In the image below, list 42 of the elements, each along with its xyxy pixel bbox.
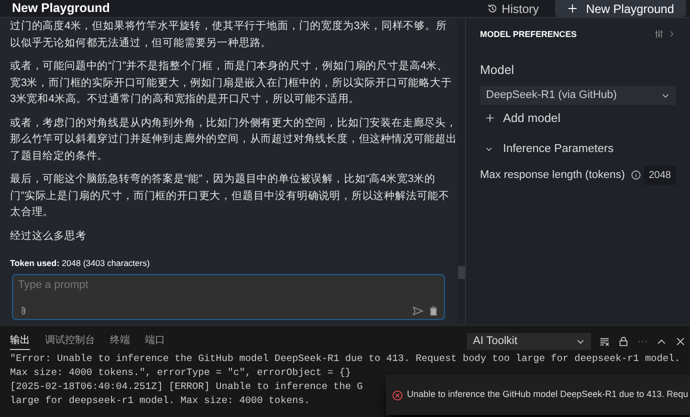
response-paragraph: 过门的高度4米，但如果将竹竿水平旋转，使其平行于地面，门的宽度为3米，同样不够。所以似乎无论如何都无法通过，但可能需要另一种思路。 <box>10 19 448 50</box>
model-dropdown[interactable]: DeepSeek-R1 (via GitHub) <box>480 86 676 104</box>
page-title: New Playground <box>11 2 111 15</box>
chevron-down-icon <box>485 145 493 154</box>
response-paragraph: 经过这么多思考 <box>10 228 88 244</box>
prompt-field[interactable]: Type a prompt <box>12 274 445 320</box>
info-icon <box>630 170 641 180</box>
panel-tab[interactable]: 端口 <box>145 332 165 350</box>
parameter-label: Max response length (tokens) <box>480 168 625 183</box>
parameter-value-field[interactable]: 2048 <box>644 166 676 185</box>
panel-tab[interactable]: 输出 <box>10 332 30 350</box>
token-usage: Token used: 2048 (3403 characters) <box>9 257 150 270</box>
response-paragraph: 最后，可能这个脑筋急转弯的答案是“能”，因为题目中的单位被误解，比如“高4米宽3米的门”实际上是门扇的尺寸，而门框的开口更大，但题目中没有明确说明，所以这种解法可能不太合理。 <box>10 172 450 220</box>
log-line: Max size: 4000 tokens.", errorType = "c", errorObject = {} <box>10 366 351 380</box>
chevron-right-icon <box>668 29 676 40</box>
panel-heading: MODEL PREFERENCES <box>480 28 578 41</box>
inference-parameters-toggle[interactable]: Inference Parameters <box>485 140 614 158</box>
plus-icon <box>566 3 578 14</box>
panel-tab[interactable]: 调试控制台 <box>45 332 95 350</box>
panel-tab[interactable]: 终端 <box>110 332 130 350</box>
history-icon <box>486 3 498 14</box>
response-paragraph: 或者，考虑门的对角线是从内角到外角，比如门外侧有更大的空间，比如门安装在走廊尽头，那么竹竿可以斜着穿过门并延伸到走廊外的空间，从而超过对角线长度，但这种情况可能超出了题目给定的条件。 <box>10 116 457 164</box>
lock-icon <box>618 336 629 346</box>
output-source-dropdown[interactable]: AI Toolkit <box>467 332 591 350</box>
log-line: "Error: Unable to inference the GitHub model DeepSeek-R1 due to 413. Request body too large for deepseek-r1 model. <box>10 352 680 366</box>
new-playground-button[interactable]: New Playground <box>554 0 686 17</box>
add-model-button[interactable]: Add model <box>485 108 560 126</box>
response-paragraph: 或者，可能问题中的“门”并不是指整个门框，而是门本身的尺寸，例如门扇的尺寸是高4米、宽3米，而门框的实际开口可能更大，例如门扇是嵌入在门框中的，所以实际开口可能略大于3米宽和4米高。不过通常门的高和宽指的是开口尺寸，所以可能不适用。 <box>10 59 453 107</box>
trash-icon <box>428 305 439 317</box>
scrollbar-thumb[interactable] <box>458 266 464 279</box>
history-button[interactable]: History <box>478 0 547 17</box>
model-label: Model <box>480 62 514 79</box>
plus-icon <box>485 112 495 122</box>
clear-list-icon <box>599 336 610 346</box>
sliders-icon <box>654 29 664 40</box>
close-icon <box>675 336 686 346</box>
notification-message: Unable to inference the GitHub model DeepSeek-R1 due to 413. Requ <box>407 388 688 402</box>
prompt-input[interactable]: Type a prompt <box>18 277 439 294</box>
send-icon <box>412 305 424 317</box>
log-line: [2025-02-18T06:40:04.251Z] [ERROR] Unable to inference the G <box>10 380 363 394</box>
error-icon <box>392 390 403 400</box>
log-line: large for deepseek-r1 model. Max size: 4000 tokens. <box>10 394 310 408</box>
